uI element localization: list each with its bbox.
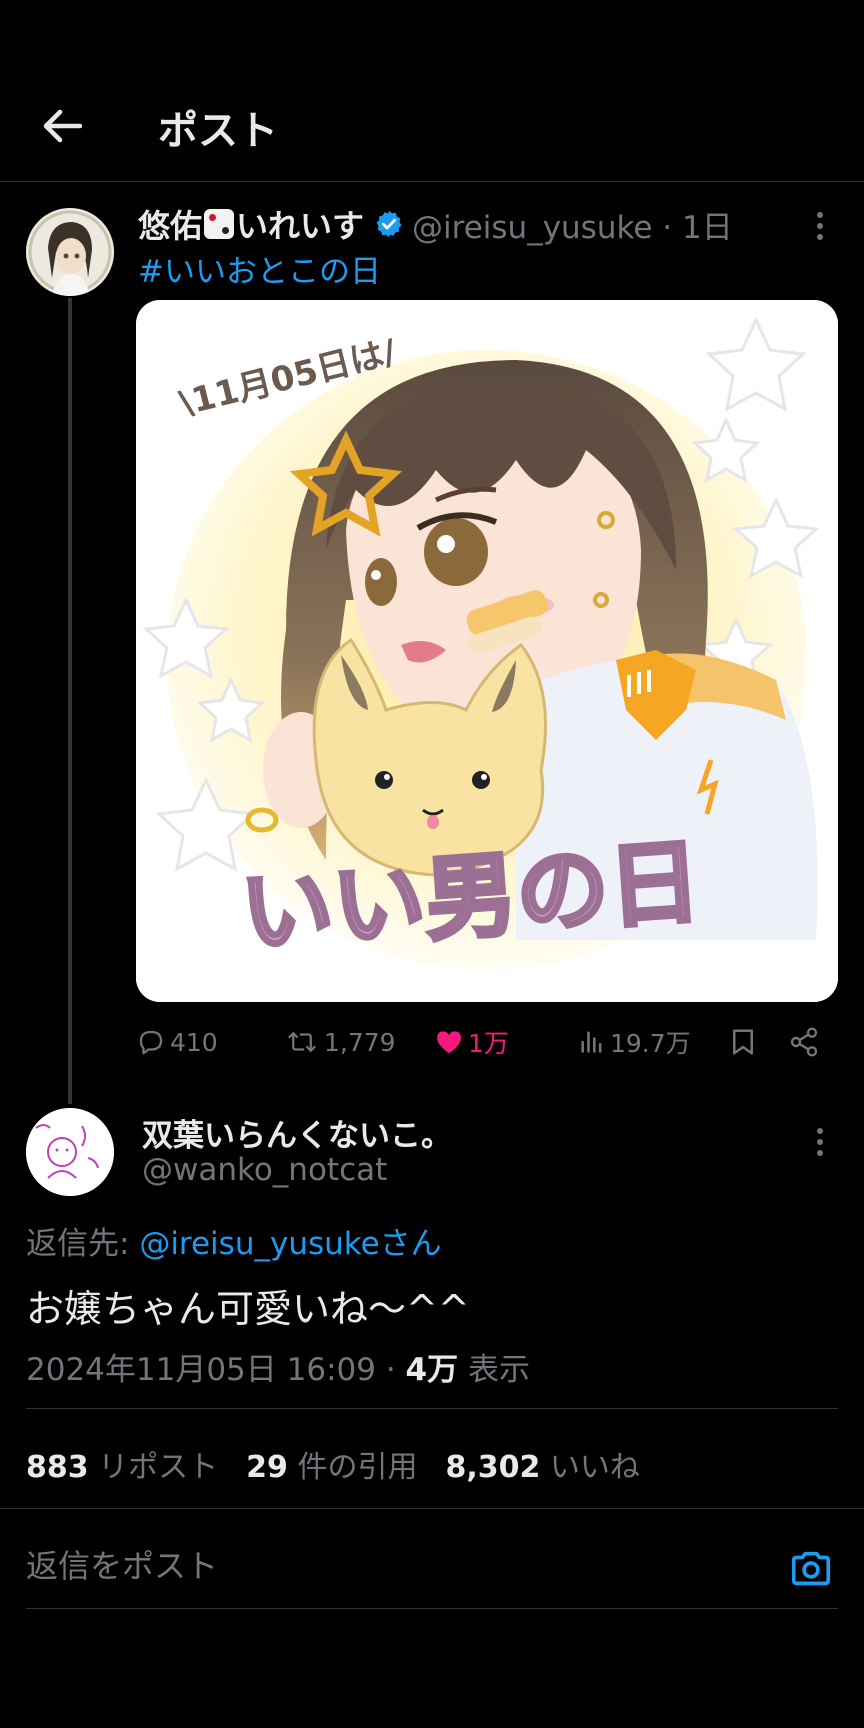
more-vertical-icon	[817, 1128, 823, 1156]
reply-display-name[interactable]: 双葉いらんくないこ。	[142, 1110, 452, 1155]
likes-label: いいね	[549, 1450, 640, 1485]
reply-count: 410	[170, 1027, 218, 1057]
hashtag-link[interactable]: #いいおとこの日	[138, 246, 381, 291]
repost-icon	[288, 1032, 316, 1052]
analytics-icon	[581, 1031, 602, 1053]
thread-connector	[68, 298, 72, 1104]
quotes-label: 件の引用	[297, 1450, 418, 1485]
repost-button[interactable]: 1,779	[284, 1020, 396, 1064]
reply-text: お嬢ちゃん可愛いね〜^^	[26, 1287, 470, 1331]
tweet-actions: 410 1,779 1万 19.7万	[136, 1020, 836, 1064]
arrow-left-icon	[43, 109, 82, 143]
likes-stat[interactable]: 8,302 いいね	[445, 1442, 639, 1486]
back-button[interactable]	[38, 102, 86, 150]
divider	[26, 1408, 838, 1409]
share-button[interactable]	[788, 1020, 824, 1064]
reply-view-label: 表示	[458, 1352, 530, 1388]
replying-to-mention[interactable]: @ireisu_yusukeさん	[139, 1226, 441, 1262]
dice-icon	[204, 209, 235, 239]
views-button[interactable]: 19.7万	[578, 1020, 691, 1064]
reply-input[interactable]	[26, 1548, 726, 1585]
reply-view-count: 4万	[405, 1352, 459, 1388]
display-name-suffix[interactable]: いれいす	[236, 201, 364, 247]
top-bar: ポスト	[0, 70, 864, 182]
more-vertical-icon	[817, 212, 823, 240]
author-row: 悠佑 いれいす @ireisu_yusuke · 1日	[138, 200, 733, 248]
timestamp[interactable]: 2024年11月05日 16:09 ·	[26, 1352, 406, 1388]
avatar[interactable]	[26, 208, 114, 296]
reply-button[interactable]: 410	[136, 1020, 218, 1064]
camera-icon	[791, 1551, 831, 1586]
quotes-count: 29	[246, 1450, 288, 1485]
reposts-label: リポスト	[98, 1450, 219, 1485]
bookmark-button[interactable]	[728, 1020, 762, 1064]
reply-meta: 2024年11月05日 16:09 · 4万 表示	[26, 1344, 530, 1389]
divider	[26, 1608, 838, 1609]
heart-filled-icon	[437, 1031, 461, 1054]
reply-avatar[interactable]	[26, 1108, 114, 1196]
reply-composer[interactable]	[26, 1540, 838, 1608]
reposts-stat[interactable]: 883 リポスト	[26, 1442, 218, 1486]
view-count: 19.7万	[610, 1029, 691, 1058]
divider	[0, 1508, 864, 1509]
share-icon	[790, 1027, 818, 1057]
quotes-stat[interactable]: 29 件の引用	[246, 1442, 417, 1486]
post-image[interactable]: \11月05日は/ いい男の日	[136, 300, 838, 1002]
reply-more-options-button[interactable]	[806, 1124, 834, 1160]
repost-count: 1,779	[324, 1027, 396, 1057]
anime-illustration: \11月05日は/ いい男の日	[136, 300, 838, 1002]
reply-handle[interactable]: @wanko_notcat	[142, 1152, 387, 1188]
page: ポスト 悠佑 いれいす @ireisu_yusuke · 1日 #いいおとこの日	[0, 0, 864, 1728]
page-title: ポスト	[158, 108, 278, 154]
replying-to-label: 返信先:	[26, 1226, 140, 1262]
more-options-button[interactable]	[806, 208, 834, 244]
reply-icon	[139, 1030, 163, 1055]
camera-button[interactable]	[788, 1546, 838, 1596]
likes-count: 8,302	[445, 1450, 541, 1485]
doodle-avatar	[26, 1108, 114, 1196]
reposts-count: 883	[26, 1450, 89, 1485]
handle-and-time[interactable]: @ireisu_yusuke · 1日	[412, 202, 733, 247]
avatar-illustration	[26, 208, 114, 296]
replying-to: 返信先: @ireisu_yusukeさん	[26, 1218, 442, 1263]
like-button[interactable]: 1万	[434, 1020, 509, 1064]
like-count: 1万	[468, 1029, 509, 1058]
engagement-stats: 883 リポスト 29 件の引用 8,302 いいね	[26, 1442, 640, 1486]
display-name[interactable]: 悠佑	[138, 201, 202, 247]
verified-badge-icon	[376, 210, 402, 238]
bookmark-icon	[733, 1029, 753, 1055]
